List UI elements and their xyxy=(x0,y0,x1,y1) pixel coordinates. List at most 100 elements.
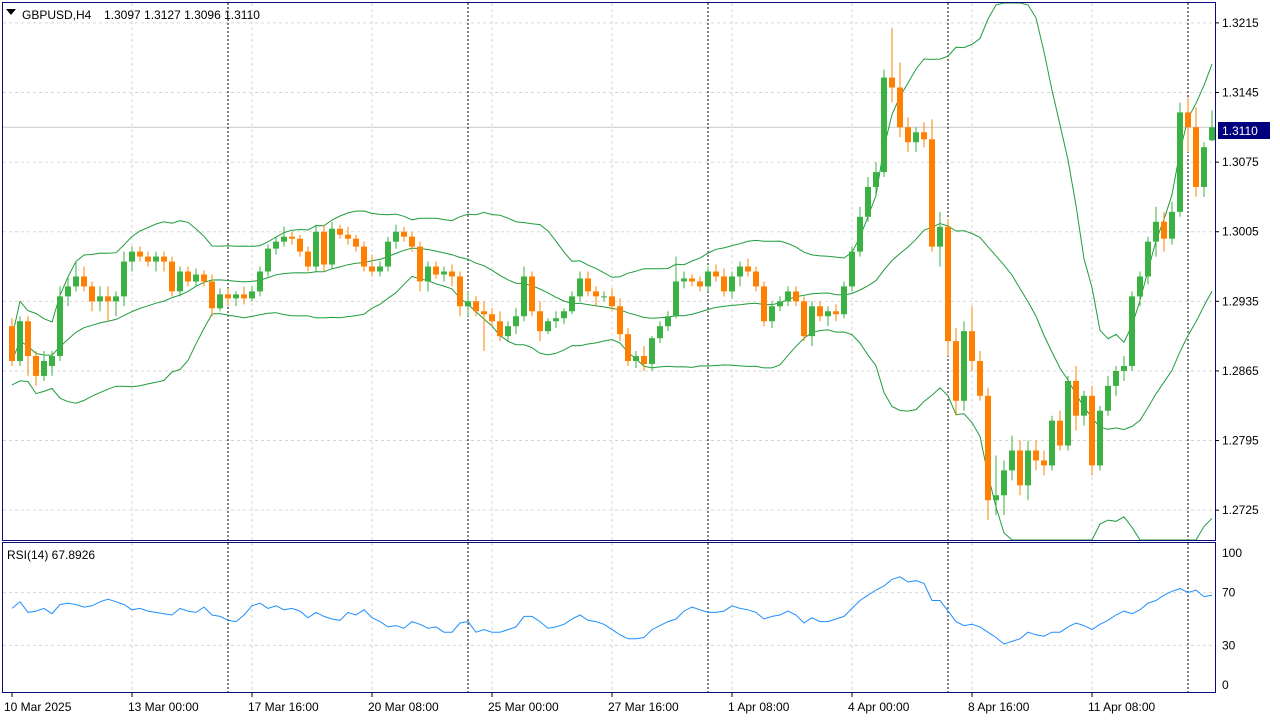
time-label: 17 Mar 16:00 xyxy=(248,700,319,714)
time-label: 1 Apr 08:00 xyxy=(728,700,790,714)
candle-body xyxy=(537,311,543,332)
candle[interactable] xyxy=(385,236,391,272)
candle-body xyxy=(97,296,103,302)
candle-body xyxy=(441,271,447,275)
candle[interactable] xyxy=(17,316,23,366)
candle[interactable] xyxy=(529,271,535,317)
candle[interactable] xyxy=(313,224,319,272)
candle-body xyxy=(1097,410,1103,466)
candle[interactable] xyxy=(169,256,175,297)
candle-body xyxy=(377,266,383,272)
candle-body xyxy=(401,231,407,237)
candle[interactable] xyxy=(945,218,951,357)
candle[interactable] xyxy=(321,224,327,272)
candle-body xyxy=(889,77,895,88)
candle-body xyxy=(49,356,55,366)
candle-body xyxy=(969,331,975,361)
current-price-label: 1.3110 xyxy=(1222,124,1258,138)
candle-body xyxy=(721,276,727,292)
candle-body xyxy=(425,266,431,282)
candle-body xyxy=(953,341,959,401)
candle-body xyxy=(185,271,191,282)
candle-body xyxy=(1161,221,1167,239)
candle[interactable] xyxy=(849,246,855,292)
candle-body xyxy=(121,261,127,297)
candle-body xyxy=(345,234,351,239)
time-label: 8 Apr 16:00 xyxy=(968,700,1030,714)
candle-body xyxy=(1113,370,1119,386)
candle-body xyxy=(73,276,79,287)
time-label: 10 Mar 2025 xyxy=(4,700,72,714)
time-label: 11 Apr 08:00 xyxy=(1088,700,1155,714)
candle-body xyxy=(433,266,439,275)
candle-body xyxy=(945,226,951,342)
candle[interactable] xyxy=(1177,102,1183,217)
candle-body xyxy=(529,276,535,312)
candle-body xyxy=(881,77,887,173)
candle[interactable] xyxy=(761,281,767,327)
candle-body xyxy=(497,321,503,337)
candle-body xyxy=(657,326,663,339)
candle-body xyxy=(761,286,767,322)
candle[interactable] xyxy=(329,221,335,269)
candle-body xyxy=(737,266,743,277)
candle-body xyxy=(593,291,599,297)
time-label: 4 Apr 00:00 xyxy=(848,700,910,714)
candle-body xyxy=(161,256,167,262)
candle-body xyxy=(697,281,703,287)
candle-body xyxy=(505,326,511,337)
candle[interactable] xyxy=(1089,385,1095,476)
candle-body xyxy=(905,127,911,143)
candle-body xyxy=(745,266,751,272)
candle-body xyxy=(513,316,519,327)
candle-body xyxy=(169,261,175,292)
candle-body xyxy=(777,301,783,307)
candle-body xyxy=(921,132,927,140)
candle[interactable] xyxy=(841,281,847,319)
candle-body xyxy=(297,238,303,252)
candle-body xyxy=(961,331,967,401)
candle-body xyxy=(929,139,935,247)
candle-body xyxy=(1201,147,1207,187)
candle-body xyxy=(273,241,279,249)
candle-body xyxy=(193,274,199,282)
candle-body xyxy=(857,216,863,252)
candle-body xyxy=(1025,450,1031,486)
candle-body xyxy=(305,251,311,267)
candle-body xyxy=(145,256,151,262)
candle-body xyxy=(809,306,815,337)
price-tick-label: 1.3145 xyxy=(1222,86,1259,100)
candle-body xyxy=(553,318,559,322)
price-tick-label: 1.3075 xyxy=(1222,155,1259,169)
candle-body xyxy=(569,296,575,312)
candle-body xyxy=(985,395,991,501)
rsi-tick-label: 70 xyxy=(1222,586,1236,600)
candle-body xyxy=(1137,276,1143,297)
candle[interactable] xyxy=(1065,375,1071,451)
time-label: 20 Mar 08:00 xyxy=(368,700,439,714)
candle-body xyxy=(489,314,495,322)
candle[interactable] xyxy=(1049,415,1055,471)
candle-body xyxy=(337,228,343,235)
candle-body xyxy=(33,356,39,376)
candle[interactable] xyxy=(961,321,967,411)
candle[interactable] xyxy=(1129,291,1135,371)
candle-body xyxy=(105,296,111,302)
candle-body xyxy=(353,238,359,247)
candle-body xyxy=(137,251,143,257)
candle[interactable] xyxy=(57,286,63,361)
price-chart[interactable]: 1.3215 1.3145 1.3075 1.3005 1.2935 1.2865 1.27… xyxy=(0,0,1280,720)
candle-body xyxy=(561,311,567,319)
candle-body xyxy=(993,495,999,501)
candle-body xyxy=(257,271,263,292)
candle-body xyxy=(665,316,671,327)
candle-body xyxy=(1185,112,1191,128)
candle[interactable] xyxy=(881,69,887,178)
candle-body xyxy=(57,296,63,357)
candle[interactable] xyxy=(801,296,807,342)
rsi-tick-label: 100 xyxy=(1222,546,1242,560)
candle-body xyxy=(769,306,775,322)
candle[interactable] xyxy=(1097,405,1103,471)
candle-body xyxy=(1209,127,1215,141)
candle-body xyxy=(841,286,847,315)
